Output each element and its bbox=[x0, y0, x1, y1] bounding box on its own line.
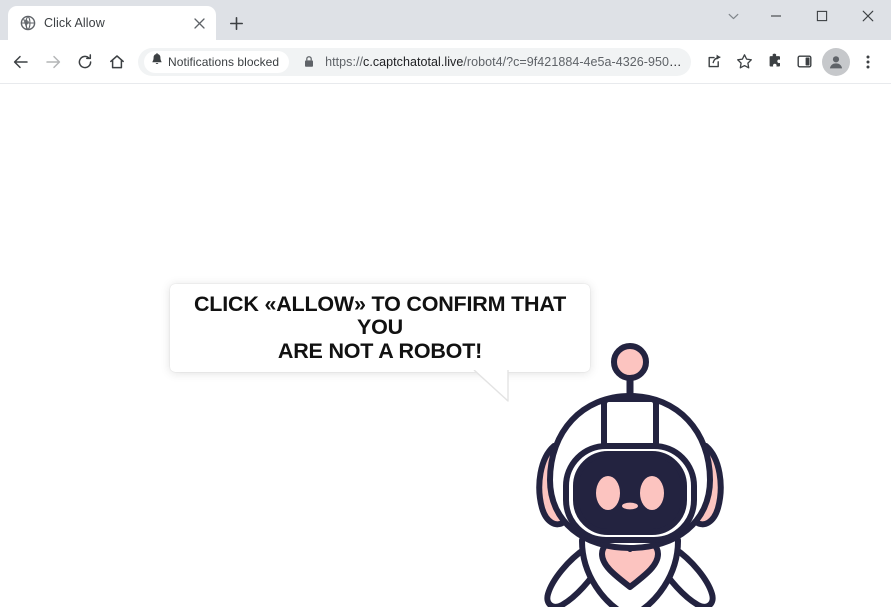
share-icon[interactable] bbox=[699, 47, 729, 77]
avatar[interactable] bbox=[822, 47, 850, 76]
home-icon[interactable] bbox=[102, 47, 132, 77]
robot-face-screen bbox=[573, 451, 687, 535]
url-host: c.captchatotal.live bbox=[363, 54, 464, 69]
side-panel-icon[interactable] bbox=[789, 47, 819, 77]
bubble-message: CLICK «ALLOW» TO CONFIRM THAT YOU ARE NO… bbox=[192, 292, 568, 363]
robot-right-eye bbox=[640, 476, 664, 510]
bubble-line-1: CLICK «ALLOW» TO CONFIRM THAT YOU bbox=[193, 292, 566, 340]
puzzle-icon[interactable] bbox=[759, 47, 789, 77]
robot-mouth bbox=[622, 502, 638, 510]
minimize-icon[interactable] bbox=[753, 0, 799, 32]
speech-bubble-tail bbox=[473, 370, 509, 402]
address-bar[interactable]: Notifications blocked https://c.captchat… bbox=[138, 47, 691, 76]
close-icon[interactable] bbox=[845, 0, 891, 32]
window-controls bbox=[713, 0, 891, 32]
notifications-blocked-chip[interactable]: Notifications blocked bbox=[144, 50, 290, 73]
maximize-icon[interactable] bbox=[799, 0, 845, 32]
robot-antenna-ball bbox=[611, 343, 649, 381]
url-path: /robot4/?c=9f421884-4e5a-4326-9503-5d145… bbox=[463, 54, 687, 69]
bubble-line-2: ARE NOT A ROBOT! bbox=[277, 338, 483, 363]
page-viewport: CLICK «ALLOW» TO CONFIRM THAT YOU ARE NO… bbox=[0, 84, 891, 607]
three-dots-icon[interactable] bbox=[853, 47, 883, 77]
bell-icon bbox=[151, 52, 163, 71]
globe-icon bbox=[20, 15, 36, 31]
browser-window: Click Allow Notifications blocked https:… bbox=[0, 0, 891, 608]
robot-left-eye bbox=[596, 476, 620, 510]
close-icon[interactable] bbox=[190, 14, 208, 32]
browser-tab[interactable]: Click Allow bbox=[8, 6, 216, 40]
forward-icon[interactable] bbox=[38, 47, 68, 77]
robot-mascot bbox=[536, 343, 724, 607]
toolbar-actions bbox=[699, 47, 883, 77]
url-scheme: https:// bbox=[325, 54, 364, 69]
browser-toolbar: Notifications blocked https://c.captchat… bbox=[0, 40, 891, 84]
reload-icon[interactable] bbox=[70, 47, 100, 77]
url-text: https://c.captchatotal.live/robot4/?c=9f… bbox=[325, 55, 687, 69]
lock-icon[interactable] bbox=[299, 52, 319, 72]
star-icon[interactable] bbox=[729, 47, 759, 77]
back-icon[interactable] bbox=[6, 47, 36, 77]
new-tab-button[interactable] bbox=[222, 9, 250, 37]
notifications-blocked-label: Notifications blocked bbox=[168, 54, 280, 69]
tab-title: Click Allow bbox=[44, 16, 105, 30]
tab-strip: Click Allow bbox=[0, 0, 891, 40]
chevron-down-icon[interactable] bbox=[713, 0, 753, 32]
